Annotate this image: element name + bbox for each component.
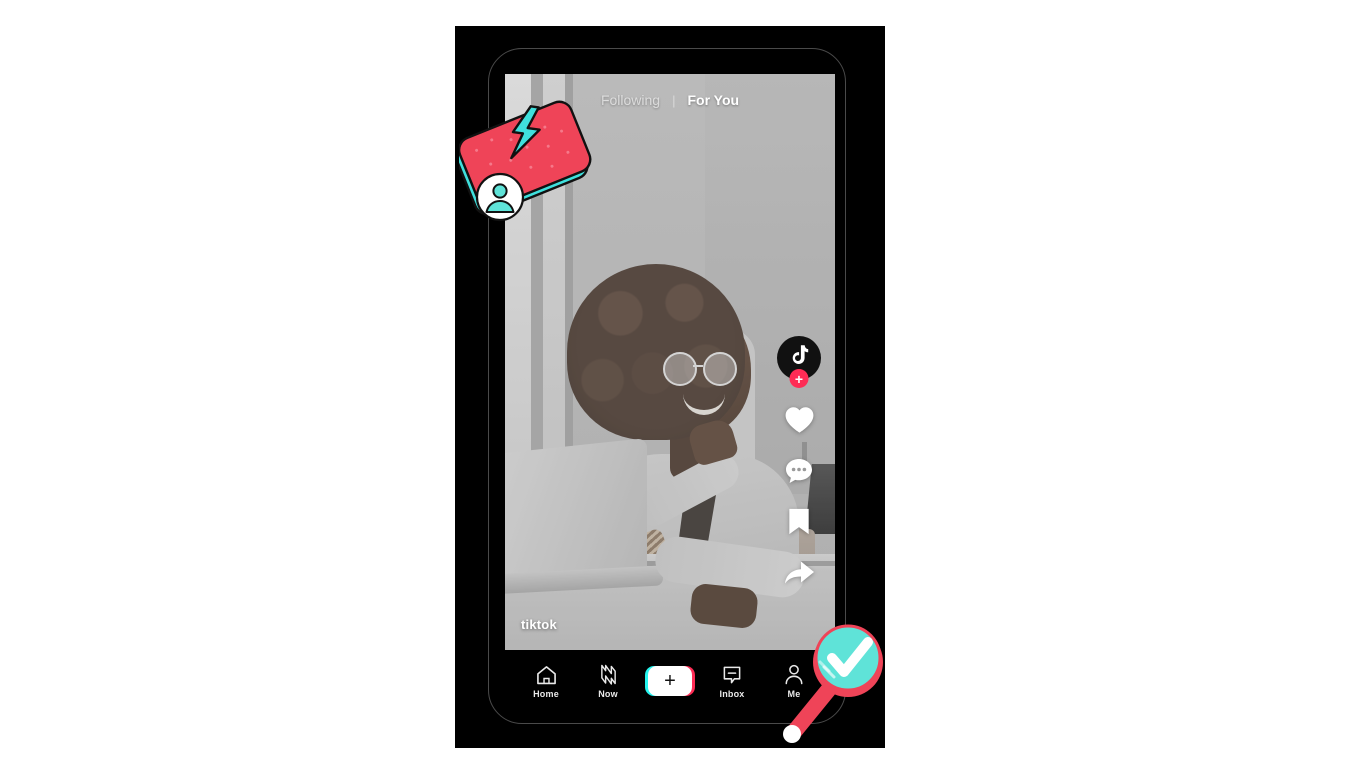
magnifier-checkmark-graphic (778, 622, 890, 748)
comment-button[interactable] (782, 456, 816, 490)
nav-label-now: Now (598, 688, 618, 699)
heart-icon (784, 405, 815, 439)
nav-item-home[interactable]: Home (519, 664, 573, 699)
share-arrow-icon (783, 560, 815, 591)
nav-item-create[interactable]: + (643, 666, 697, 696)
home-icon (536, 664, 557, 686)
tab-following[interactable]: Following (601, 92, 660, 108)
plus-icon: + (648, 666, 692, 696)
tab-for-you[interactable]: For You (687, 92, 739, 108)
create-button[interactable]: + (645, 666, 695, 696)
promo-avatar-badge (475, 172, 525, 222)
nav-label-home: Home (533, 688, 559, 699)
video-action-rail: + (773, 336, 825, 592)
now-flash-icon (599, 664, 618, 686)
comment-bubble-icon (784, 457, 814, 490)
tiktok-watermark: tiktok (521, 617, 557, 632)
tab-divider: | (672, 92, 676, 108)
nav-label-inbox: Inbox (719, 688, 745, 699)
inbox-message-icon (722, 664, 742, 686)
share-button[interactable] (782, 558, 816, 592)
bookmark-icon (787, 507, 811, 541)
author-avatar[interactable]: + (777, 336, 821, 388)
like-button[interactable] (782, 405, 816, 439)
follow-plus-badge[interactable]: + (789, 369, 809, 388)
nav-item-inbox[interactable]: Inbox (705, 664, 759, 699)
bookmark-button[interactable] (782, 507, 816, 541)
nav-item-now[interactable]: Now (581, 664, 635, 699)
